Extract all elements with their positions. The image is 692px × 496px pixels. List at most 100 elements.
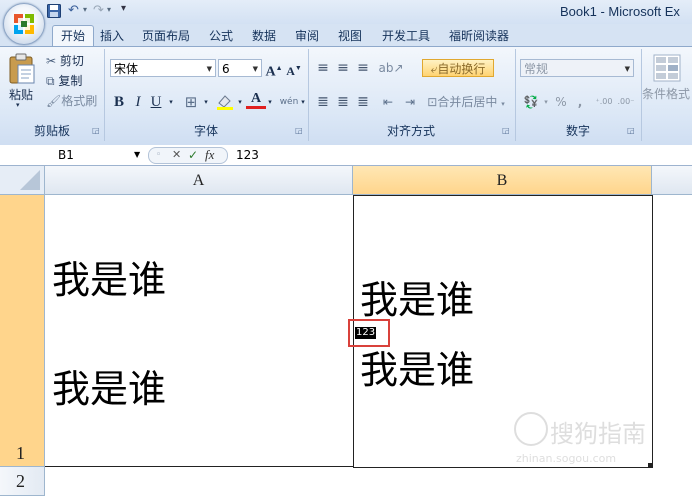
tab-data[interactable]: 数据 — [246, 26, 282, 46]
formula-content[interactable]: 123 — [236, 145, 259, 165]
wrap-text-label: 自动换行 — [437, 62, 486, 76]
align-top-icon[interactable]: ≡ — [314, 59, 332, 77]
row-header-2-label: 2 — [16, 471, 25, 491]
chevron-down-icon[interactable]: ▼ — [134, 145, 140, 165]
italic-button[interactable]: I — [130, 93, 146, 111]
tab-formulas[interactable]: 公式 — [203, 26, 239, 46]
increase-decimal-button[interactable]: ⁺.00 — [594, 93, 614, 111]
watermark-url: zhinan.sogou.com — [516, 452, 617, 465]
redo-icon[interactable]: ↷ — [93, 4, 104, 18]
align-middle-icon[interactable]: ≡ — [334, 59, 352, 77]
ribbon-tab-bar: 开始 插入 页面布局 公式 数据 审阅 视图 开发工具 福昕阅读器 — [0, 24, 692, 46]
insert-function-icon[interactable]: fx — [205, 145, 214, 165]
cell-a1-line-1: 我是谁 — [52, 258, 167, 302]
increase-indent-icon[interactable]: ⇥ — [400, 93, 420, 111]
decrease-indent-icon[interactable]: ⇤ — [378, 93, 398, 111]
enter-icon[interactable]: ✓ — [188, 145, 198, 165]
format-painter-button[interactable]: 🖌格式刷 — [46, 92, 97, 109]
chevron-down-icon: ▾ — [501, 100, 505, 108]
percent-button[interactable]: % — [552, 93, 570, 111]
cell-a1[interactable]: 我是谁 我是谁 — [45, 195, 353, 467]
fill-handle[interactable] — [648, 463, 653, 468]
align-right-icon[interactable]: ≣ — [354, 93, 372, 111]
name-box-value: B1 — [58, 148, 74, 162]
column-header-c[interactable] — [652, 166, 692, 195]
grow-font-icon: ▲ — [275, 64, 283, 72]
window-title: Book1 - Microsoft Ex — [560, 4, 680, 19]
tab-review[interactable]: 审阅 — [289, 26, 325, 46]
paste-icon[interactable] — [8, 53, 36, 85]
chevron-down-icon: ▼ — [206, 65, 212, 73]
borders-icon[interactable]: ⊞ — [180, 93, 202, 111]
cell-b1-editing-text[interactable]: 123 — [355, 327, 377, 339]
phonetic-dropdown-icon[interactable]: ▾ — [299, 93, 307, 111]
font-color-icon[interactable]: A — [246, 91, 266, 109]
paste-dropdown-icon[interactable]: ▾ — [16, 101, 20, 109]
redo-dropdown-icon[interactable]: ▾ — [107, 5, 111, 14]
align-center-icon[interactable]: ≣ — [334, 93, 352, 111]
bold-button[interactable]: B — [110, 93, 128, 111]
tab-page-layout[interactable]: 页面布局 — [136, 26, 196, 46]
merge-center-button[interactable]: ⊡合并后居中 ▾ — [424, 93, 508, 111]
fill-color-button[interactable] — [214, 93, 236, 111]
underline-button[interactable]: U — [148, 93, 164, 111]
tab-foxit-reader[interactable]: 福昕阅读器 — [444, 26, 514, 46]
conditional-format-button[interactable]: 条件格式 — [642, 85, 690, 102]
number-format-select[interactable]: 常规 ▼ — [520, 59, 634, 77]
row-header-1[interactable]: 1 — [0, 195, 45, 467]
accounting-dropdown-icon[interactable]: ▾ — [542, 93, 550, 111]
grow-font-button[interactable]: A▲ — [264, 59, 284, 80]
accounting-format-icon[interactable]: 💱 — [520, 93, 542, 111]
fill-color-dropdown-icon[interactable]: ▾ — [236, 93, 244, 111]
save-icon[interactable] — [47, 4, 61, 18]
office-button[interactable] — [3, 3, 45, 45]
comma-button[interactable]: , — [572, 93, 588, 111]
column-header-a[interactable]: A — [45, 166, 353, 195]
shrink-font-button[interactable]: A▼ — [284, 59, 304, 78]
paste-button[interactable]: 粘贴 — [9, 86, 33, 103]
number-format-value: 常规 — [524, 62, 549, 76]
copy-button[interactable]: ⧉ 复制 — [46, 72, 82, 89]
align-bottom-icon[interactable]: ≡ — [354, 59, 372, 77]
font-launcher-icon[interactable]: ◲ — [295, 126, 303, 135]
alignment-launcher-icon[interactable]: ◲ — [502, 126, 510, 135]
cancel-icon[interactable]: ✕ — [172, 145, 181, 165]
increase-decimal-label: .00 — [599, 97, 613, 106]
grow-font-label: A — [265, 64, 276, 80]
phonetic-button[interactable]: wén — [278, 93, 300, 111]
orientation-icon[interactable]: ab↗ — [378, 59, 404, 77]
row-header-2[interactable]: 2 — [0, 467, 45, 496]
font-color-dropdown-icon[interactable]: ▾ — [266, 93, 274, 111]
column-header-b[interactable]: B — [353, 166, 652, 195]
undo-dropdown-icon[interactable]: ▾ — [83, 5, 87, 14]
copy-icon: ⧉ — [46, 74, 55, 88]
tab-view[interactable]: 视图 — [332, 26, 368, 46]
align-left-icon[interactable]: ≣ — [314, 93, 332, 111]
number-launcher-icon[interactable]: ◲ — [627, 126, 635, 135]
conditional-format-icon[interactable] — [652, 53, 682, 83]
font-size-select[interactable]: 6 ▼ — [218, 59, 262, 77]
borders-dropdown-icon[interactable]: ▾ — [202, 93, 210, 111]
cell-b1-line-1: 我是谁 — [360, 278, 475, 322]
customize-quick-access-icon[interactable]: ▾ — [121, 3, 126, 14]
copy-label: 复制 — [58, 74, 83, 88]
underline-dropdown-icon[interactable]: ▾ — [166, 93, 176, 111]
undo-icon[interactable]: ↶ — [68, 4, 79, 18]
watermark-text: 搜狗指南 — [550, 420, 646, 448]
font-name-select[interactable]: 宋体 ▼ — [110, 59, 216, 77]
formula-bar-handle-icon[interactable]: ◦ — [156, 145, 161, 165]
tab-developer[interactable]: 开发工具 — [376, 26, 436, 46]
merge-center-label: 合并后居中 — [437, 95, 498, 109]
decrease-decimal-button[interactable]: .00⁻ — [616, 93, 636, 111]
merge-center-icon: ⊡ — [427, 95, 438, 109]
tab-home[interactable]: 开始 — [52, 25, 94, 46]
wrap-text-button[interactable]: ⤶自动换行 — [422, 59, 494, 77]
office-logo-icon — [14, 14, 34, 34]
clipboard-launcher-icon[interactable]: ◲ — [92, 126, 100, 135]
tab-insert[interactable]: 插入 — [94, 26, 130, 46]
cell-a1-line-2: 我是谁 — [52, 367, 167, 411]
highlight-box: 123 — [348, 319, 390, 347]
formula-controls: ◦ ✕ ✓ fx — [148, 145, 228, 165]
name-box[interactable]: B1 ▼ — [0, 145, 150, 165]
cut-button[interactable]: ✂ 剪切 — [46, 52, 84, 69]
